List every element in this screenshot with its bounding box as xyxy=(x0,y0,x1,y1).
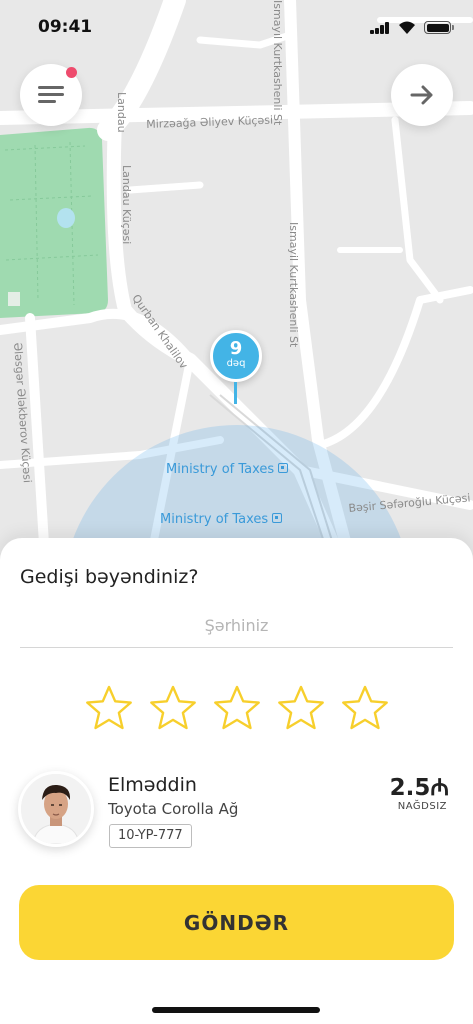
street-label: Landau xyxy=(115,92,128,133)
comment-input[interactable] xyxy=(20,604,453,648)
rating-sheet: Gedişi bəyəndiniz? Elməddin Toyota Corol… xyxy=(0,538,473,1024)
poi-label: Ministry of Taxes xyxy=(160,512,269,527)
park-area xyxy=(0,127,108,318)
eta-pin: 9 dəq xyxy=(210,330,262,408)
star-icon[interactable] xyxy=(340,684,390,732)
building-icon xyxy=(278,463,289,473)
car-model: Toyota Corolla Ağ xyxy=(108,800,239,818)
street-label: Ismayil Kurtkashenli St xyxy=(287,222,300,348)
poi-label: Ministry of Taxes xyxy=(166,462,275,477)
submit-button[interactable]: GÖNDƏR xyxy=(19,885,454,960)
cellular-signal-icon xyxy=(370,22,390,34)
street-label: Landau Küçəsi xyxy=(120,165,133,245)
feedback-title: Gedişi bəyəndiniz? xyxy=(20,566,199,588)
star-icon[interactable] xyxy=(212,684,262,732)
eta-pin-head: 9 dəq xyxy=(210,330,262,382)
eta-unit: dəq xyxy=(226,358,246,369)
arrow-right-icon xyxy=(410,85,433,105)
wifi-icon xyxy=(399,21,415,34)
eta-minutes: 9 xyxy=(229,338,243,359)
payment-method: NAĞDSIZ xyxy=(397,801,447,812)
star-icon[interactable] xyxy=(276,684,326,732)
driver-photo xyxy=(21,774,91,844)
rating-stars xyxy=(84,684,390,732)
poi-ministry-of-taxes[interactable]: Ministry of Taxes xyxy=(160,512,283,527)
trip-price: 2.5₼ xyxy=(389,775,449,801)
driver-avatar xyxy=(18,771,94,847)
driver-name: Elməddin xyxy=(108,774,197,796)
menu-button[interactable] xyxy=(20,64,82,126)
poi-ministry-of-taxes[interactable]: Ministry of Taxes xyxy=(166,462,289,477)
status-time: 09:41 xyxy=(38,17,93,37)
notification-dot xyxy=(66,67,77,78)
star-icon[interactable] xyxy=(148,684,198,732)
home-indicator[interactable] xyxy=(152,1007,320,1013)
license-plate: 10-YP-777 xyxy=(109,824,192,848)
next-button[interactable] xyxy=(391,64,453,126)
battery-icon xyxy=(424,21,454,34)
hamburger-icon xyxy=(38,86,64,104)
status-bar: 09:41 xyxy=(0,0,473,56)
star-icon[interactable] xyxy=(84,684,134,732)
pin-stem xyxy=(234,382,237,404)
building-icon xyxy=(272,513,283,523)
